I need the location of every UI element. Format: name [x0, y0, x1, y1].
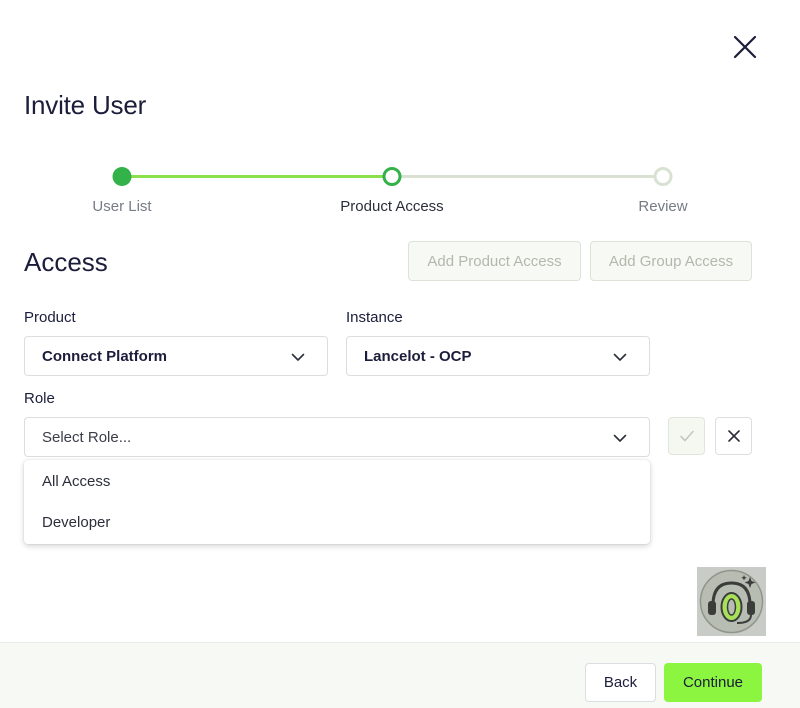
step-dot-product-access	[382, 167, 402, 186]
role-option-all-access[interactable]: All Access	[42, 473, 110, 490]
instance-select[interactable]: Lancelot - OCP	[346, 336, 650, 376]
confirm-role-button[interactable]	[668, 417, 705, 455]
progress-stepper: User List Product Access Review	[0, 160, 800, 220]
role-option-developer[interactable]: Developer	[42, 514, 110, 531]
product-select[interactable]: Connect Platform	[24, 336, 328, 376]
check-icon	[679, 430, 694, 442]
access-section-title: Access	[24, 247, 108, 277]
stepper-line-pending	[392, 175, 663, 178]
chevron-down-icon	[613, 434, 627, 442]
step-dot-review	[653, 167, 673, 186]
step-label-review: Review	[638, 198, 688, 215]
remove-role-button[interactable]	[715, 417, 752, 455]
help-chat-button[interactable]	[697, 567, 766, 636]
instance-label: Instance	[346, 309, 403, 326]
chevron-down-icon	[613, 353, 627, 361]
close-icon	[727, 430, 740, 442]
back-button[interactable]: Back	[585, 663, 656, 702]
step-label-user-list: User List	[92, 198, 152, 215]
add-group-access-button[interactable]: Add Group Access	[590, 241, 752, 281]
stepper-line-complete	[122, 175, 392, 178]
product-label: Product	[24, 309, 76, 326]
role-label: Role	[24, 390, 55, 407]
invite-user-dialog: Invite User User List Product Access Rev…	[0, 0, 800, 708]
add-product-access-button[interactable]: Add Product Access	[408, 241, 581, 281]
role-select-placeholder: Select Role...	[42, 428, 132, 446]
close-icon	[733, 35, 757, 59]
role-dropdown-menu: All Access Developer	[24, 460, 650, 544]
step-label-product-access: Product Access	[340, 198, 444, 215]
continue-button[interactable]: Continue	[664, 663, 762, 702]
close-button[interactable]	[730, 32, 760, 62]
instance-select-value: Lancelot - OCP	[364, 347, 472, 365]
role-select[interactable]: Select Role...	[24, 417, 650, 457]
dialog-footer: Back Continue	[0, 642, 800, 708]
chevron-down-icon	[291, 353, 305, 361]
dialog-title: Invite User	[24, 90, 147, 120]
product-select-value: Connect Platform	[42, 347, 168, 365]
support-headset-icon	[699, 569, 764, 634]
step-dot-user-list	[112, 167, 132, 186]
